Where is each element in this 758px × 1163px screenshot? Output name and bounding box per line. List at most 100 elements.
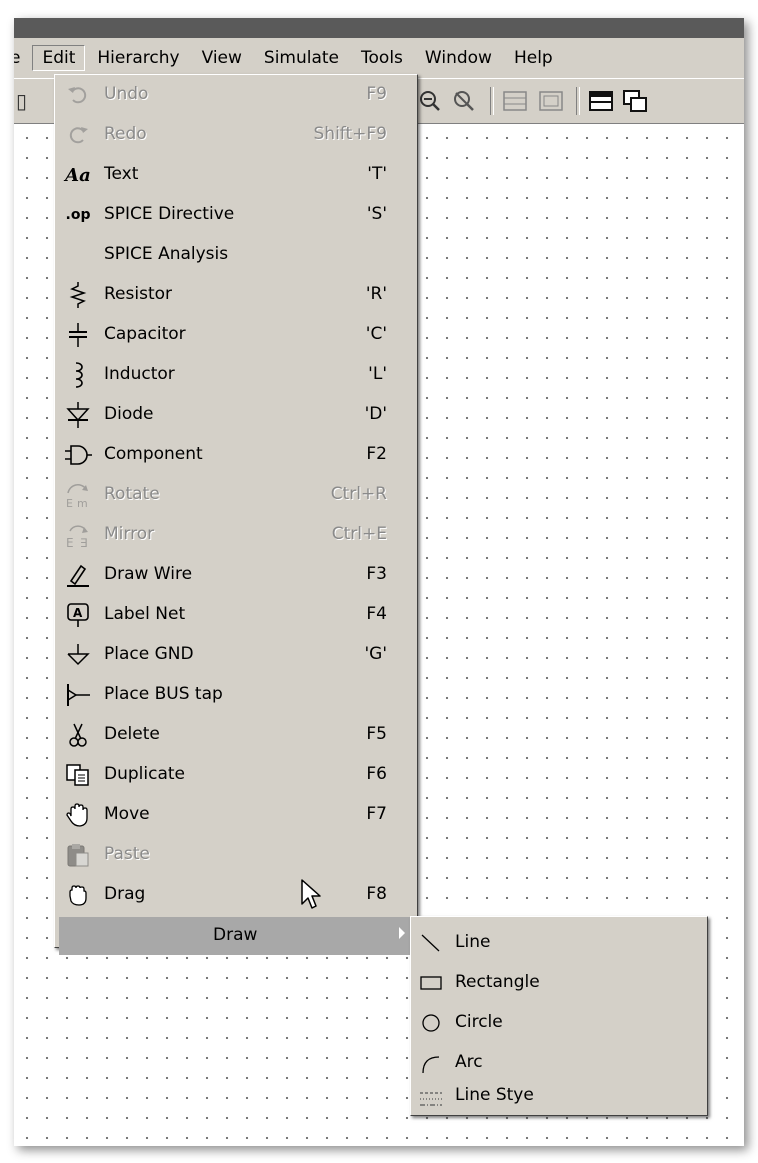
menu-item-label-net[interactable]: A Label Net F4 <box>55 595 417 635</box>
undo-icon <box>58 75 98 115</box>
menu-window[interactable]: Window <box>415 45 502 71</box>
menu-item-label: Inductor <box>104 364 175 384</box>
menu-item-component[interactable]: Component F2 <box>55 435 417 475</box>
menu-item-shortcut: 'C' <box>365 324 387 344</box>
zoom-cancel-icon[interactable] <box>452 89 476 113</box>
menu-item-place-gnd[interactable]: Place GND 'G' <box>55 635 417 675</box>
menu-item-shortcut: F3 <box>366 564 387 584</box>
menu-item-diode[interactable]: Diode 'D' <box>55 395 417 435</box>
submenu-item-circle[interactable]: Circle <box>411 1003 707 1043</box>
menu-item-duplicate[interactable]: Duplicate F6 <box>55 755 417 795</box>
duplicate-icon <box>58 755 98 795</box>
menu-item-redo[interactable]: Redo Shift+F9 <box>55 115 417 155</box>
menu-item-capacitor[interactable]: Capacitor 'C' <box>55 315 417 355</box>
arc-icon <box>417 1051 445 1075</box>
submenu-item-arc[interactable]: Arc <box>411 1043 707 1083</box>
menu-view[interactable]: View <box>192 45 252 71</box>
menu-item-shortcut: 'T' <box>367 164 387 184</box>
circle-icon <box>417 1011 445 1035</box>
menu-item-label: SPICE Directive <box>104 204 235 224</box>
mirror-icon: E ∃ <box>58 515 98 555</box>
menu-item-label: Component <box>104 444 203 464</box>
menu-item-shortcut: 'G' <box>364 644 387 664</box>
svg-text:A: A <box>73 606 83 620</box>
tile-horizontal-icon[interactable] <box>502 89 528 113</box>
scissors-icon <box>58 715 98 755</box>
bus-tap-icon <box>58 675 98 715</box>
menu-item-label: Draw <box>213 925 258 945</box>
menu-item-label: Text <box>104 164 139 184</box>
menu-simulate[interactable]: Simulate <box>254 45 349 71</box>
tile-vertical-icon[interactable] <box>538 89 564 113</box>
menu-item-label: SPICE Analysis <box>104 244 229 264</box>
menu-help[interactable]: Help <box>504 45 563 71</box>
menu-item-shortcut: 'S' <box>366 204 387 224</box>
menu-item-label: Place BUS tap <box>104 684 223 704</box>
menu-item-text[interactable]: Aa Text 'T' <box>55 155 417 195</box>
menu-item-label: Place GND <box>104 644 194 664</box>
label-net-icon: A <box>58 595 98 635</box>
menu-item-shortcut: F9 <box>366 84 387 104</box>
menu-item-draw-wire[interactable]: Draw Wire F3 <box>55 555 417 595</box>
menu-item-spice-directive[interactable]: .op SPICE Directive 'S' <box>55 195 417 235</box>
menu-item-drag[interactable]: Drag F8 <box>55 875 417 915</box>
menu-item-label: Duplicate <box>104 764 185 784</box>
menu-item-undo[interactable]: Undo F9 <box>55 75 417 115</box>
menu-item-label: Rotate <box>104 484 160 504</box>
menu-item-shortcut: F7 <box>366 804 387 824</box>
svg-text:m: m <box>77 497 88 509</box>
menu-item-resistor[interactable]: Resistor 'R' <box>55 275 417 315</box>
menu-item-move[interactable]: Move F7 <box>55 795 417 835</box>
menu-item-shortcut: F6 <box>366 764 387 784</box>
menu-item-label: Undo <box>104 84 149 104</box>
submenu-item-label: Rectangle <box>455 972 540 992</box>
menu-item-label: Resistor <box>104 284 172 304</box>
menu-item-label: Redo <box>104 124 147 144</box>
menu-item-label: Delete <box>104 724 160 744</box>
submenu-item-label: Circle <box>455 1012 503 1032</box>
submenu-item-rectangle[interactable]: Rectangle <box>411 963 707 1003</box>
menu-file[interactable]: e <box>14 45 30 71</box>
resistor-icon <box>58 275 98 315</box>
menu-item-delete[interactable]: Delete F5 <box>55 715 417 755</box>
ground-icon <box>58 635 98 675</box>
capacitor-icon <box>58 315 98 355</box>
menu-item-label: Drag <box>104 884 146 904</box>
text-icon: Aa <box>65 164 91 186</box>
svg-text:E: E <box>66 497 73 509</box>
menu-edit[interactable]: Edit <box>32 45 86 71</box>
menu-item-rotate[interactable]: Em Rotate Ctrl+R <box>55 475 417 515</box>
menu-hierarchy[interactable]: Hierarchy <box>87 45 189 71</box>
cascade-windows-icon[interactable] <box>622 89 648 113</box>
menu-item-paste[interactable]: Paste <box>55 835 417 875</box>
menu-item-label: Mirror <box>104 524 155 544</box>
menu-item-draw[interactable]: Draw <box>59 917 413 955</box>
rectangle-icon <box>417 971 445 995</box>
menu-item-shortcut: 'L' <box>368 364 387 384</box>
zoom-out-icon[interactable] <box>418 89 442 113</box>
app-window: e Edit Hierarchy View Simulate Tools Win… <box>14 18 744 1146</box>
menu-item-mirror[interactable]: E ∃ Mirror Ctrl+E <box>55 515 417 555</box>
edit-menu-dropdown: Undo F9 Redo Shift+F9 Aa Text 'T' .op SP… <box>54 74 418 955</box>
menu-item-place-bus-tap[interactable]: Place BUS tap <box>55 675 417 715</box>
spice-directive-icon: .op <box>65 207 91 223</box>
drag-hand-icon <box>58 875 98 915</box>
menu-item-inductor[interactable]: Inductor 'L' <box>55 355 417 395</box>
submenu-item-line-style[interactable]: Line Stye <box>411 1083 707 1115</box>
menu-item-spice-analysis[interactable]: SPICE Analysis <box>55 235 417 275</box>
menu-item-label: Diode <box>104 404 154 424</box>
menu-item-shortcut: 'D' <box>364 404 387 424</box>
toolbar-icon[interactable]: ▯ <box>16 89 27 113</box>
submenu-item-line[interactable]: Line <box>411 923 707 963</box>
mouse-pointer-icon <box>300 878 322 915</box>
diode-icon <box>58 395 98 435</box>
menu-item-shortcut: Ctrl+E <box>331 524 387 544</box>
menu-tools[interactable]: Tools <box>351 45 413 71</box>
svg-text:∃: ∃ <box>80 536 88 549</box>
inductor-icon <box>58 355 98 395</box>
horizontal-split-icon[interactable] <box>588 89 614 113</box>
rotate-icon: Em <box>58 475 98 515</box>
redo-icon <box>58 115 98 155</box>
toolbar-separator <box>576 87 580 115</box>
menu-item-shortcut: F5 <box>366 724 387 744</box>
